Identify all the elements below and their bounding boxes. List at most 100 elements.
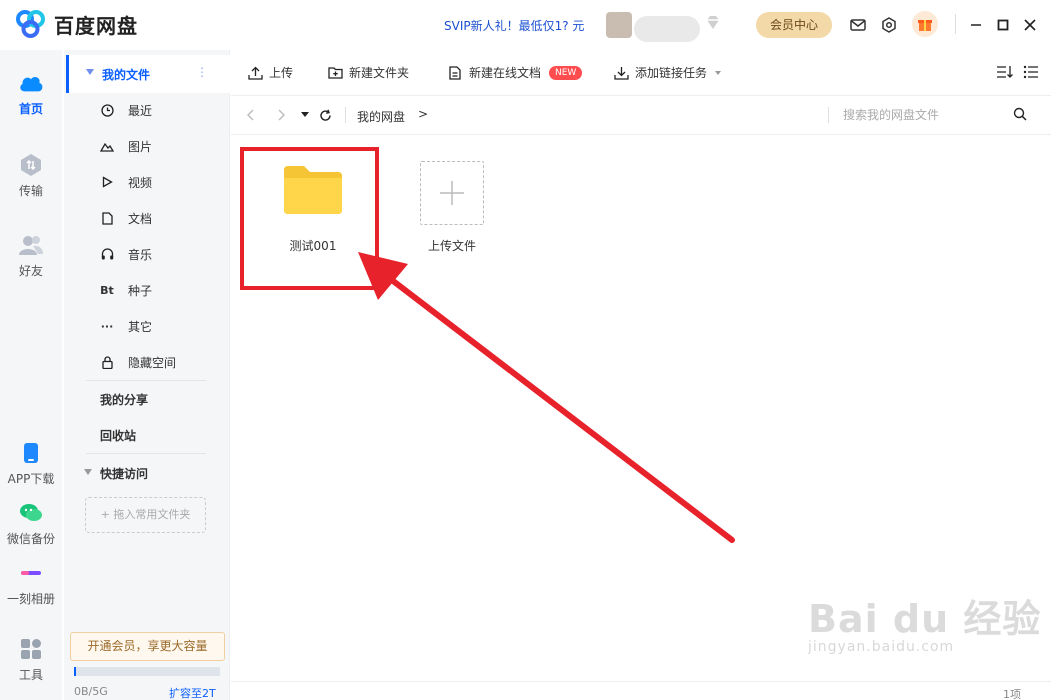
rail-label: 传输 xyxy=(18,184,43,198)
search-input[interactable] xyxy=(843,103,1033,127)
rail-label: 工具 xyxy=(18,668,43,682)
nav-item-label: 最近 xyxy=(128,103,153,118)
cloud-icon xyxy=(18,70,44,96)
history-dropdown-icon[interactable] xyxy=(297,107,313,123)
nav-item-label: 图片 xyxy=(128,139,153,154)
upgrade-promo-button[interactable]: 开通会员，享更大容量 xyxy=(70,632,225,661)
upload-label: 上传 xyxy=(269,66,294,80)
document-icon xyxy=(100,211,114,225)
baidu-netdisk-logo-icon xyxy=(16,10,45,38)
watermark-brand: Bai du 经验 xyxy=(808,597,1042,641)
nav-divider xyxy=(86,380,206,381)
breadcrumb-root[interactable]: 我的网盘 xyxy=(357,108,405,125)
new-folder-label: 新建文件夹 xyxy=(349,66,410,80)
search-icon[interactable] xyxy=(1013,107,1027,121)
nav-item-label: 其它 xyxy=(128,319,153,334)
quick-access-caret-icon[interactable] xyxy=(84,469,92,475)
active-indicator xyxy=(66,55,69,93)
username-pill[interactable] xyxy=(634,16,700,42)
new-online-doc-button[interactable]: 新建在线文档 NEW xyxy=(447,64,583,81)
rail-item-friends[interactable]: 好友 xyxy=(0,232,62,279)
new-badge: NEW xyxy=(549,65,583,80)
rail-label: 一刻相册 xyxy=(6,592,55,606)
search-divider xyxy=(828,107,829,123)
upload-button[interactable]: 上传 xyxy=(247,64,293,81)
avatar[interactable] xyxy=(606,12,632,38)
rail-label: 首页 xyxy=(18,102,43,116)
new-folder-button[interactable]: 新建文件夹 xyxy=(327,64,409,81)
bt-icon: Bt xyxy=(100,283,114,297)
upload-placeholder-box xyxy=(420,161,484,225)
new-online-doc-label: 新建在线文档 xyxy=(469,66,542,80)
storage-quota-text: 0B/5G xyxy=(74,685,108,698)
nav-item-recent[interactable]: 最近 xyxy=(100,100,152,120)
minimize-icon[interactable] xyxy=(966,15,986,35)
drag-folder-dropzone[interactable]: + 拖入常用文件夹 xyxy=(85,497,206,533)
list-view-icon[interactable] xyxy=(1021,62,1041,82)
add-link-task-label: 添加链接任务 xyxy=(635,66,708,80)
dropdown-caret-icon[interactable] xyxy=(715,70,722,75)
rail-item-home[interactable]: 首页 xyxy=(0,70,62,117)
nav-item-label: 隐藏空间 xyxy=(128,355,177,370)
nav-divider xyxy=(86,453,206,454)
diamond-icon[interactable] xyxy=(704,14,722,32)
nav-my-files[interactable]: 我的文件 ⋮ xyxy=(66,55,230,93)
expand-storage-link[interactable]: 扩容至2T xyxy=(169,685,216,700)
rail-label: 微信备份 xyxy=(6,532,55,546)
nav-item-hidden-space[interactable]: 隐藏空间 xyxy=(100,352,176,372)
rail-label: 好友 xyxy=(18,264,43,278)
forward-icon[interactable] xyxy=(273,107,289,123)
rail-item-tools[interactable]: 工具 xyxy=(0,636,62,683)
album-icon xyxy=(18,560,44,586)
nav-item-video[interactable]: 视频 xyxy=(100,172,152,192)
nav-item-images[interactable]: 图片 xyxy=(100,136,152,156)
nav-item-music[interactable]: 音乐 xyxy=(100,244,152,264)
watermark: Bai du 经验 jingyan.baidu.com xyxy=(808,588,1041,655)
friends-icon xyxy=(18,232,44,258)
nav-my-files-label: 我的文件 xyxy=(102,68,151,82)
vip-center-button[interactable]: 会员中心 xyxy=(756,12,832,38)
nav-item-documents[interactable]: 文档 xyxy=(100,208,152,228)
refresh-icon[interactable] xyxy=(317,107,333,123)
breadcrumb: 我的网盘 > xyxy=(231,97,1051,135)
back-icon[interactable] xyxy=(243,107,259,123)
watermark-url: jingyan.baidu.com xyxy=(808,639,955,655)
sort-icon[interactable] xyxy=(995,62,1015,82)
music-icon xyxy=(100,247,114,261)
settings-icon[interactable] xyxy=(879,15,899,35)
close-icon[interactable] xyxy=(1020,15,1040,35)
title-bar: 百度网盘 SVIP新人礼！最低仅1? 元 会员中心 xyxy=(0,0,1051,50)
nav-item-other[interactable]: ··· 其它 xyxy=(100,316,152,336)
nav-item-label: 音乐 xyxy=(128,247,153,262)
nav-item-torrent[interactable]: Bt 种子 xyxy=(100,280,152,300)
app-window: 百度网盘 SVIP新人礼！最低仅1? 元 会员中心 首页 传输 好友 APP下载… xyxy=(0,0,1051,700)
nav-my-share[interactable]: 我的分享 xyxy=(100,391,148,408)
maximize-icon[interactable] xyxy=(993,15,1013,35)
status-bar: 1项 xyxy=(231,681,1051,700)
clock-icon xyxy=(100,103,114,117)
left-rail: 首页 传输 好友 APP下载 微信备份 一刻相册 工具 xyxy=(0,50,62,700)
breadcrumb-chevron[interactable]: > xyxy=(418,107,428,121)
breadcrumb-divider xyxy=(345,107,346,123)
rail-item-app-download[interactable]: APP下载 xyxy=(0,440,62,487)
item-count: 1项 xyxy=(1003,688,1021,700)
mail-icon[interactable] xyxy=(848,15,868,35)
nav-recycle-bin[interactable]: 回收站 xyxy=(100,427,136,444)
nav-quick-access[interactable]: 快捷访问 xyxy=(100,465,148,482)
more-options-icon[interactable]: ⋮ xyxy=(196,65,208,79)
lock-icon xyxy=(100,355,114,369)
collapse-caret-icon[interactable] xyxy=(86,69,94,75)
phone-icon xyxy=(18,440,44,466)
upload-icon xyxy=(247,65,263,81)
nav-item-label: 文档 xyxy=(128,211,153,226)
rail-item-album[interactable]: 一刻相册 xyxy=(0,560,62,607)
svip-promo-link[interactable]: SVIP新人礼！最低仅1? 元 xyxy=(444,17,584,34)
video-icon xyxy=(100,175,114,189)
gift-icon[interactable] xyxy=(912,11,938,37)
image-icon xyxy=(100,139,114,153)
transfer-icon xyxy=(18,152,44,178)
add-link-task-button[interactable]: 添加链接任务 xyxy=(613,64,722,81)
rail-item-transfer[interactable]: 传输 xyxy=(0,152,62,199)
rail-label: APP下载 xyxy=(7,472,55,486)
rail-item-wechat-backup[interactable]: 微信备份 xyxy=(0,500,62,547)
